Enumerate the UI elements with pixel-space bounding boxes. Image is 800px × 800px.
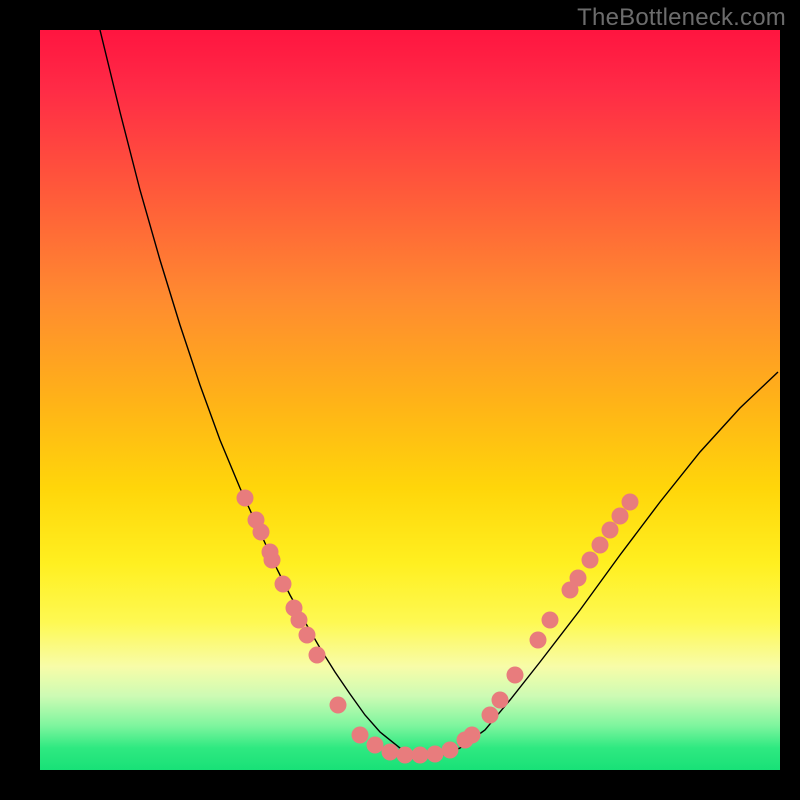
curve-marker <box>382 744 399 761</box>
curve-marker <box>582 552 599 569</box>
curve-marker <box>275 576 292 593</box>
curve-marker <box>530 632 547 649</box>
curve-marker <box>464 727 481 744</box>
chart-svg <box>40 30 780 770</box>
curve-marker <box>367 737 384 754</box>
chart-frame: TheBottleneck.com <box>0 0 800 800</box>
curve-marker <box>352 727 369 744</box>
curve-marker <box>612 508 629 525</box>
curve-marker <box>427 746 444 763</box>
curve-marker <box>492 692 509 709</box>
curve-marker <box>570 570 587 587</box>
curve-marker <box>253 524 270 541</box>
curve-marker <box>397 747 414 764</box>
curve-marker <box>299 627 316 644</box>
curve-marker <box>412 747 429 764</box>
curve-marker <box>330 697 347 714</box>
curve-marker <box>309 647 326 664</box>
watermark-text: TheBottleneck.com <box>577 4 786 32</box>
curve-marker <box>442 742 459 759</box>
curve-marker <box>622 494 639 511</box>
curve-marker <box>592 537 609 554</box>
plot-area <box>40 30 780 770</box>
curve-marker <box>507 667 524 684</box>
curve-marker <box>264 552 281 569</box>
curve-marker <box>237 490 254 507</box>
bottleneck-curve <box>100 30 778 756</box>
curve-markers <box>237 490 639 764</box>
curve-marker <box>602 522 619 539</box>
curve-marker <box>542 612 559 629</box>
curve-marker <box>482 707 499 724</box>
curve-marker <box>291 612 308 629</box>
